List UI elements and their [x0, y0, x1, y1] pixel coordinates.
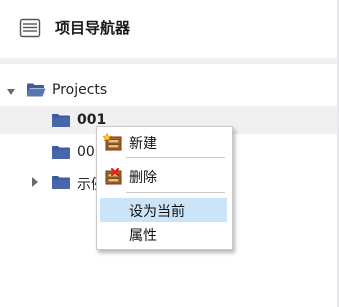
menu-item-label: 设为当前	[129, 204, 185, 220]
menu-separator	[126, 192, 225, 193]
header-divider	[0, 58, 339, 64]
menu-item-label: 删除	[129, 170, 157, 186]
context-menu: 新建 删除 设为当前 属性	[96, 126, 233, 250]
panel-title: 项目导航器	[55, 19, 131, 37]
tree-node-projects[interactable]: Projects	[0, 76, 337, 104]
delete-drawer-icon	[103, 167, 123, 189]
expand-arrow-icon[interactable]	[6, 85, 16, 101]
folder-icon	[51, 144, 71, 164]
new-drawer-icon	[102, 132, 123, 155]
menu-item-set-current[interactable]: 设为当前	[100, 198, 227, 222]
folder-open-icon	[26, 82, 46, 102]
menu-separator	[126, 157, 225, 158]
folder-icon	[51, 174, 71, 194]
panel-header: 项目导航器	[0, 0, 339, 58]
collapse-arrow-icon[interactable]	[30, 176, 40, 192]
menu-item-delete[interactable]: 删除	[100, 164, 227, 188]
project-navigator-icon	[18, 16, 42, 44]
menu-item-label: 新建	[129, 136, 157, 152]
folder-icon	[51, 112, 71, 132]
menu-item-properties[interactable]: 属性	[100, 222, 227, 246]
menu-item-label: 属性	[129, 228, 157, 244]
menu-item-new[interactable]: 新建	[100, 130, 227, 154]
tree-node-label: Projects	[52, 82, 108, 98]
